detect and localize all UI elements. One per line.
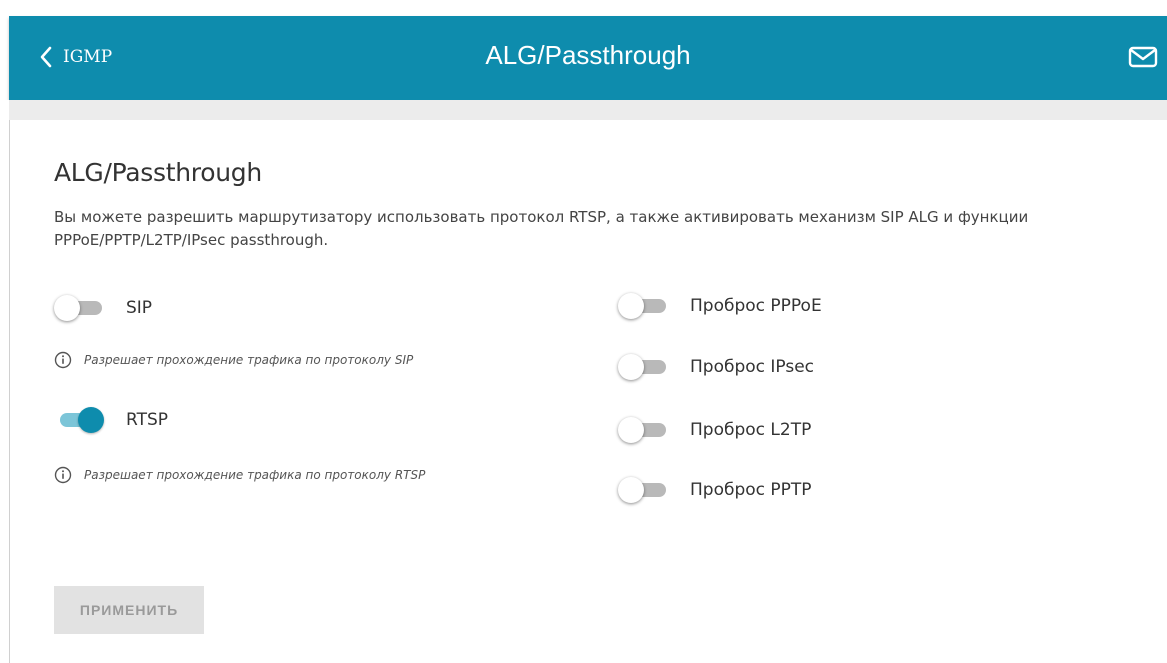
pptp-switch[interactable] (618, 475, 670, 505)
l2tp-label: Проброс L2TP (690, 420, 812, 440)
ipsec-switch[interactable] (618, 352, 670, 382)
top-gap (0, 0, 1167, 16)
ipsec-label: Проброс IPsec (690, 357, 815, 377)
toggle-row-ipsec[interactable]: Проброс IPsec (618, 352, 814, 382)
header-shadow-strip (9, 100, 1167, 120)
pptp-label: Проброс PPTP (690, 480, 812, 500)
sip-hint: Разрешает прохождение трафика по протоко… (54, 351, 413, 369)
toggle-row-l2tp[interactable]: Проброс L2TP (618, 415, 811, 445)
switch-knob (78, 407, 104, 433)
switch-knob (54, 295, 80, 321)
info-icon (54, 351, 72, 369)
left-margin (0, 100, 9, 663)
page: IGMP ALG/Passthrough ALG/Passthrough Вы … (0, 0, 1167, 663)
sip-switch[interactable] (54, 293, 106, 323)
l2tp-switch[interactable] (618, 415, 670, 445)
rtsp-label: RTSP (126, 410, 169, 430)
toggle-row-pptp[interactable]: Проброс PPTP (618, 475, 812, 505)
app-header: IGMP ALG/Passthrough (9, 16, 1167, 100)
apply-button[interactable]: ПРИМЕНИТЬ (54, 586, 204, 634)
settings-card: ALG/Passthrough Вы можете разрешить марш… (9, 120, 1167, 663)
rtsp-switch[interactable] (54, 405, 106, 435)
toggle-row-rtsp[interactable]: RTSP (54, 405, 168, 435)
section-title: ALG/Passthrough (54, 158, 262, 187)
page-title: ALG/Passthrough (485, 40, 691, 70)
toggle-row-pppoe[interactable]: Проброс PPPoE (618, 291, 822, 321)
sip-hint-text: Разрешает прохождение трафика по протоко… (84, 353, 414, 367)
switch-knob (618, 293, 644, 319)
toggle-row-sip[interactable]: SIP (54, 293, 152, 323)
info-icon (54, 466, 72, 484)
section-description: Вы можете разрешить маршрутизатору испол… (54, 208, 1029, 249)
mail-icon[interactable] (1128, 45, 1158, 69)
pppoe-label: Проброс PPPoE (690, 296, 822, 316)
switch-knob (618, 477, 644, 503)
rtsp-hint: Разрешает прохождение трафика по протоко… (54, 466, 425, 484)
switch-knob (618, 417, 644, 443)
pppoe-switch[interactable] (618, 291, 670, 321)
switch-knob (618, 354, 644, 380)
rtsp-hint-text: Разрешает прохождение трафика по протоко… (84, 468, 426, 482)
sip-label: SIP (126, 298, 153, 318)
